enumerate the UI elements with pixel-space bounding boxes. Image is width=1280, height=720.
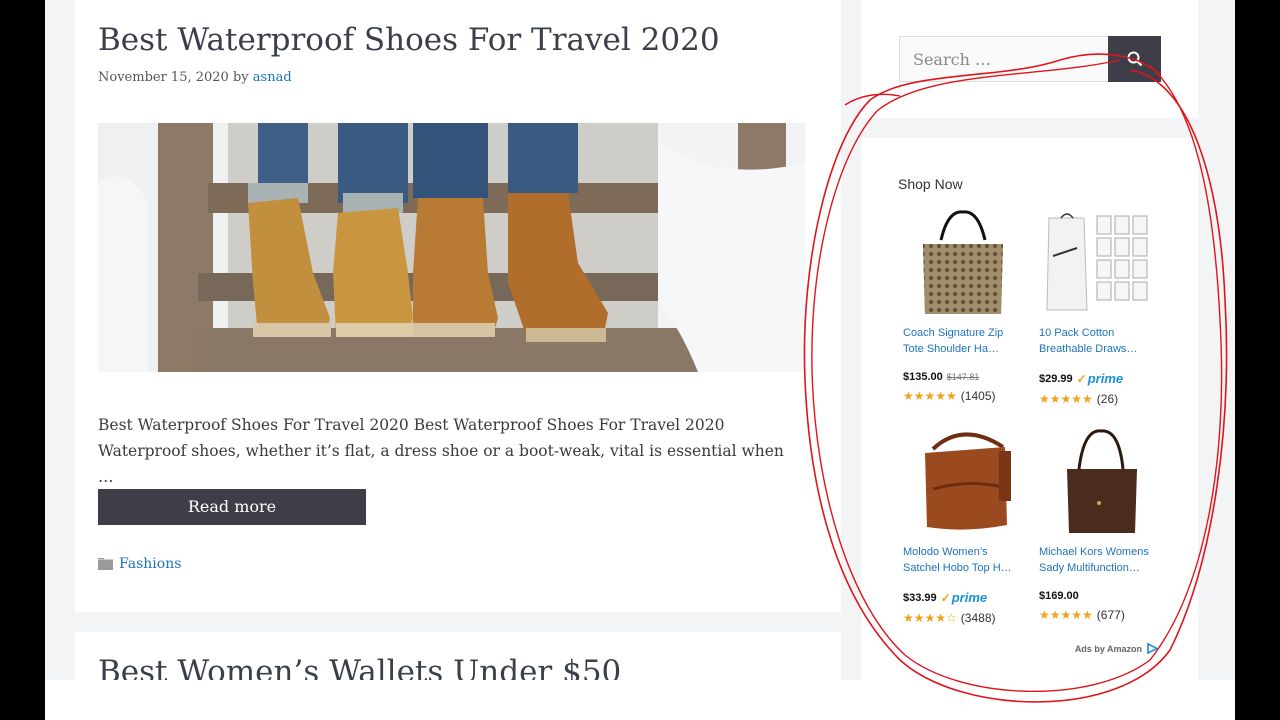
product-name-line2[interactable]: Satchel Hobo Top H…: [903, 560, 1033, 576]
product-old-price: $147.81: [946, 372, 980, 382]
rating-row: ★★★★★ (26): [1039, 392, 1169, 406]
product-name-line1[interactable]: Molodo Women’s: [903, 544, 1033, 560]
category-row: Fashions: [98, 556, 181, 572]
product-name-line1[interactable]: Michael Kors Womens: [1039, 544, 1169, 560]
sidebar-search-widget: [861, 0, 1198, 118]
product-image-tote-bag[interactable]: [1039, 429, 1159, 537]
article-hero-image[interactable]: [98, 123, 805, 372]
article-meta: November 15, 2020 by asnad: [98, 70, 292, 85]
bottom-strip: [45, 680, 1235, 720]
folder-icon: [98, 558, 113, 570]
product-card[interactable]: Coach Signature Zip Tote Shoulder Ha… $1…: [903, 210, 1033, 403]
search-button[interactable]: [1108, 36, 1161, 82]
star-rating: ★★★★★: [1039, 392, 1093, 406]
product-name-line2[interactable]: Sady Multifunction…: [1039, 560, 1169, 576]
adchoices-icon[interactable]: [1147, 643, 1158, 654]
boots-in-snow-photo: [98, 123, 805, 372]
review-count[interactable]: (677): [1097, 608, 1125, 622]
author-link[interactable]: asnad: [253, 70, 292, 85]
article-date: November 15, 2020: [98, 70, 229, 85]
product-card[interactable]: Molodo Women’s Satchel Hobo Top H… $33.9…: [903, 429, 1033, 625]
search-input[interactable]: [899, 36, 1109, 82]
product-price: $135.00: [903, 371, 943, 383]
star-rating: ★★★★☆: [903, 611, 957, 625]
prime-label: prime: [951, 590, 988, 605]
review-count[interactable]: (1405): [961, 389, 996, 403]
product-image-tote-bag[interactable]: [903, 210, 1023, 318]
product-image-hobo-bag[interactable]: [903, 429, 1023, 537]
product-price: $29.99: [1039, 372, 1073, 385]
prime-badge: ✓ prime: [1077, 371, 1123, 386]
product-price: $33.99: [903, 591, 937, 604]
shop-title: Shop Now: [898, 176, 963, 192]
article-excerpt: Best Waterproof Shoes For Travel 2020 Be…: [98, 416, 784, 486]
star-rating: ★★★★★: [1039, 608, 1093, 622]
prime-check-icon: ✓: [1076, 371, 1087, 386]
review-count[interactable]: (26): [1097, 392, 1118, 406]
read-more-button[interactable]: Read more: [98, 489, 366, 525]
category-link[interactable]: Fashions: [119, 556, 181, 572]
product-name-line1[interactable]: 10 Pack Cotton: [1039, 325, 1169, 341]
prime-check-icon: ✓: [940, 590, 951, 605]
prime-label: prime: [1087, 371, 1124, 386]
product-name[interactable]: Michael Kors Womens Sady Multifunction…: [1039, 544, 1169, 576]
product-name-line1[interactable]: Coach Signature Zip: [903, 325, 1033, 341]
price-row: $169.00: [1039, 590, 1169, 602]
ads-by-amazon[interactable]: Ads by Amazon: [1075, 643, 1158, 654]
amazon-shop-widget: Shop Now Coach Signature Zip Tote Should…: [861, 138, 1198, 698]
review-count[interactable]: (3488): [961, 611, 996, 625]
price-row: $29.99 ✓ prime: [1039, 371, 1169, 386]
rating-row: ★★★★★ (677): [1039, 608, 1169, 622]
product-card[interactable]: 10 Pack Cotton Breathable Draws… $29.99 …: [1039, 210, 1169, 406]
page-background: Best Waterproof Shoes For Travel 2020 No…: [45, 0, 1235, 720]
product-card[interactable]: Michael Kors Womens Sady Multifunction… …: [1039, 429, 1169, 622]
product-name[interactable]: 10 Pack Cotton Breathable Draws…: [1039, 325, 1169, 357]
search-icon: [1127, 51, 1142, 67]
product-image-drawstring-bags[interactable]: [1039, 210, 1159, 318]
product-name[interactable]: Molodo Women’s Satchel Hobo Top H…: [903, 544, 1033, 576]
rating-row: ★★★★☆ (3488): [903, 611, 1033, 625]
rating-row: ★★★★★ (1405): [903, 389, 1033, 403]
article-title[interactable]: Best Waterproof Shoes For Travel 2020: [98, 22, 720, 58]
article-card: Best Waterproof Shoes For Travel 2020 No…: [75, 0, 841, 612]
ads-by-label[interactable]: Ads by Amazon: [1075, 644, 1142, 654]
product-price: $169.00: [1039, 590, 1079, 602]
price-row: $135.00 $147.81: [903, 371, 1033, 383]
star-rating: ★★★★★: [903, 389, 957, 403]
product-name-line2[interactable]: Breathable Draws…: [1039, 341, 1169, 357]
article-by: by: [232, 70, 249, 85]
prime-badge: ✓ prime: [941, 590, 987, 605]
product-name-line2[interactable]: Tote Shoulder Ha…: [903, 341, 1033, 357]
price-row: $33.99 ✓ prime: [903, 590, 1033, 605]
product-name[interactable]: Coach Signature Zip Tote Shoulder Ha…: [903, 325, 1033, 357]
